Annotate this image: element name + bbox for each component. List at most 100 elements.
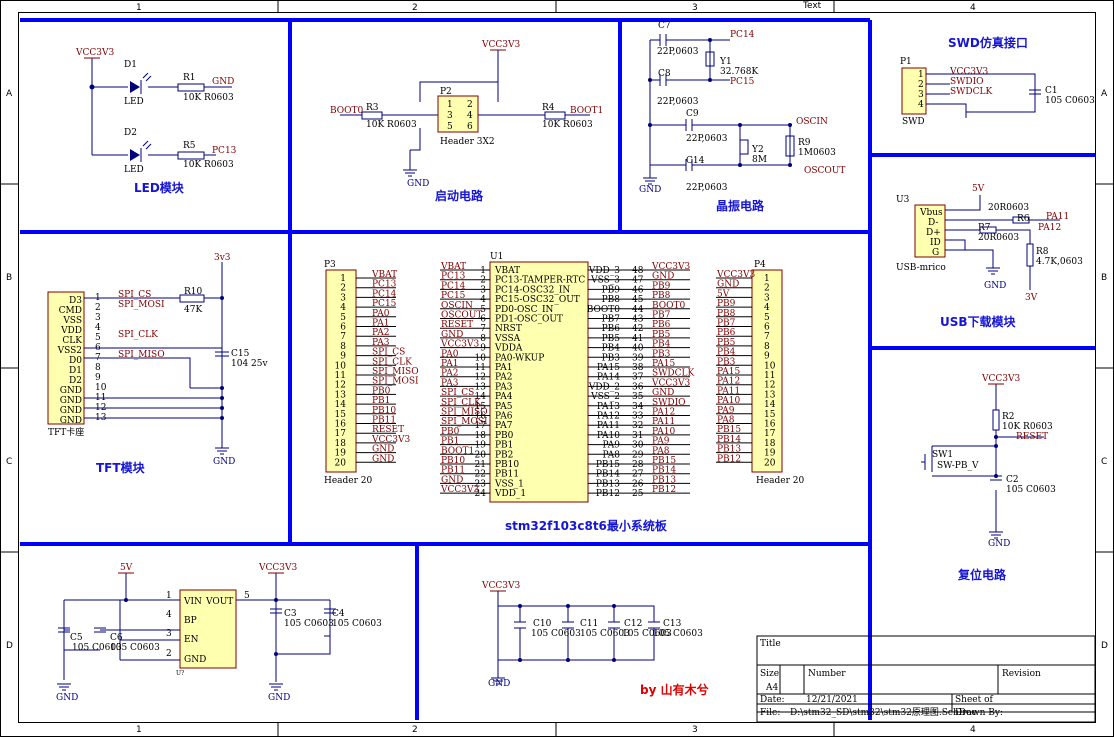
mcu-left-net: PA1	[441, 359, 458, 369]
header-net-label: PB14	[717, 435, 741, 445]
header-pin-number: 15	[764, 410, 776, 420]
r7-value: 20R0603	[978, 233, 1019, 243]
mcu-right-pin-number: 45	[632, 295, 644, 305]
mcu-left-pin-number: 19	[475, 441, 487, 451]
header-pin-number: 11	[764, 371, 775, 381]
tft-pin-label: CLK	[62, 336, 82, 346]
c1-ref: C1	[1045, 86, 1058, 96]
header-pin-number: 16	[764, 420, 776, 430]
mcu-left-pin-number: 24	[475, 489, 487, 499]
header-net-label: PB4	[717, 348, 736, 358]
crystal-module-title: 晶振电路	[716, 198, 765, 213]
ruler-row-b: B	[6, 273, 12, 283]
boot-vcc-label: VCC3V3	[481, 40, 520, 50]
tft-spi-miso: SPI_MISO	[118, 350, 165, 360]
mcu-right-pin: PA15	[597, 363, 620, 373]
ldo-gnd-pin: GND	[184, 655, 206, 665]
svg-text:4: 4	[166, 610, 172, 620]
swdclk-net: SWDCLK	[950, 87, 992, 97]
ruler-col-4: 4	[970, 3, 976, 13]
boot1-net: BOOT1	[570, 106, 603, 116]
ldo-ref: U?	[176, 670, 184, 677]
header-pin-number: 11	[335, 371, 346, 381]
header-pin-number: 20	[764, 458, 776, 468]
r4-value: 10K R0603	[542, 120, 593, 130]
mcu-left-net: PA2	[441, 369, 458, 379]
ruler-col-4-bottom: 4	[970, 725, 976, 735]
mcu-right-pin: PA8	[603, 450, 621, 460]
header-pin-number: 18	[764, 439, 776, 449]
header-net-label: PA1	[372, 319, 389, 329]
ruler-row-d: D	[6, 641, 13, 651]
mcu-right-pin: PB6	[602, 324, 621, 334]
tb-sheet: Sheet of	[955, 695, 994, 705]
header-pin-number: 20	[335, 458, 347, 468]
mcu-right-pin-number: 43	[632, 315, 644, 325]
mcu-left-pin: PB10	[495, 460, 519, 470]
mcu-left-pin: PA5	[495, 402, 513, 412]
mcu-right-net: VCC3V3	[651, 262, 690, 272]
c15-ref: C15	[231, 349, 250, 359]
mcu-right-pin-number: 35	[632, 392, 644, 402]
ldo-gnd-right: GND	[268, 693, 290, 703]
mcu-left-net: RESET	[441, 320, 473, 330]
header-net-label: PB5	[717, 338, 736, 348]
mcu-right-net: PA9	[652, 437, 670, 447]
mcu-left-pin: PA3	[495, 382, 513, 392]
header-pin-number: 6	[764, 323, 770, 333]
tft-pin-label: GND	[60, 416, 82, 426]
svg-text:1: 1	[166, 591, 172, 601]
mcu-left-pin: PA4	[495, 392, 513, 402]
reset-gnd: GND	[988, 539, 1010, 549]
p4-pins: 1 VCC3V3 2 GND 3 5V 4 PB9 5 PB8 6 PB7 7 PB6 8 PB5 9 PB4 10…	[716, 270, 776, 468]
reset-net: RESET	[1016, 432, 1048, 442]
p2-value: Header 3X2	[440, 137, 495, 147]
mcu-right-pin-number: 34	[632, 402, 644, 412]
c13-ref: C13	[663, 619, 682, 629]
header-net-label: VCC3V3	[371, 435, 410, 445]
mcu-right-pin-number: 31	[632, 431, 643, 441]
pa12-net: PA12	[1038, 223, 1061, 233]
mcu-right-pin: PB15	[596, 460, 620, 470]
mcu-right-pin: VSS_3	[590, 276, 620, 286]
mcu-left-pin-number: 12	[475, 373, 486, 383]
mcu-left-pin-number: 6	[480, 315, 486, 325]
header-pin-number: 2	[340, 284, 346, 294]
led-pc13-net: PC13	[212, 146, 237, 156]
mcu-left-net: PA0	[441, 349, 459, 359]
r1-value: 10K R0603	[183, 93, 234, 103]
r10-value: 47K	[184, 305, 202, 315]
header-net-label: PB10	[372, 406, 396, 416]
ruler-col-3: 3	[692, 3, 698, 13]
p4-value: Header 20	[756, 476, 805, 486]
mcu-right-pin: VDD_3	[588, 266, 620, 276]
mcu-right-pin-number: 33	[632, 412, 644, 422]
c3-ref: C3	[284, 609, 297, 619]
ldo-5v-net: 5V	[120, 563, 133, 573]
header-net-label: PC14	[372, 289, 397, 299]
c6-ref: C6	[110, 633, 123, 643]
c9-value: 22P,0603	[686, 134, 728, 144]
usb-module: U3 USB-mrico Vbus D- D+ ID G 5V 20R0603 …	[896, 184, 1083, 329]
d1-value: LED	[124, 97, 144, 107]
mcu-left-pin: VBAT	[494, 266, 520, 276]
mcu-right-pin: PB9	[602, 285, 621, 295]
pa11-net: PA11	[1046, 212, 1069, 222]
mcu-left-net: VBAT	[440, 262, 466, 272]
mcu-right-net: PB3	[652, 349, 671, 359]
ruler-row-d-right: D	[1101, 641, 1108, 651]
header-pin-number: 17	[335, 429, 347, 439]
boot-gnd: GND	[407, 179, 429, 189]
r3-value: 10K R0603	[366, 120, 417, 130]
schematic-sheet: 1 2 3 4 1 2 3 4 A B C D A B C D Text VCC…	[0, 0, 1114, 737]
header-pin-number: 19	[335, 449, 347, 459]
header-net-label: PA3	[372, 338, 390, 348]
led-module: VCC3V3 D1 LED D2 LED R1 10K R0603 R5 10K…	[75, 48, 237, 195]
sw1-ref: SW1	[932, 450, 953, 460]
swdio-net: SWDIO	[950, 77, 984, 87]
mcu-left-pin: PA7	[495, 421, 513, 431]
header-pin-number: 16	[335, 420, 347, 430]
mcu-left-pin: PB2	[495, 450, 513, 460]
mcu-left-pin-number: 3	[480, 285, 486, 295]
mcu-right-pin: PA9	[603, 441, 621, 451]
